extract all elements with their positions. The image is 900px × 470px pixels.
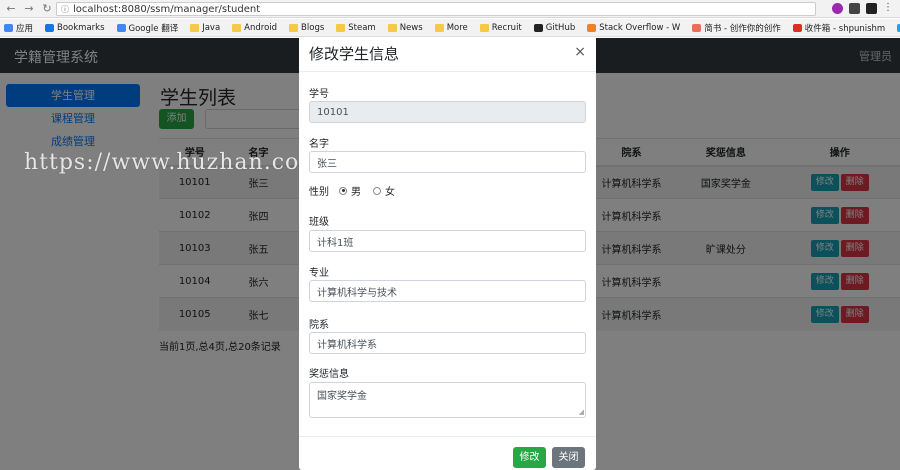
dept-label: 院系 bbox=[309, 320, 329, 331]
id-field[interactable]: 10101 bbox=[309, 101, 586, 123]
reward-text: 国家奖学金 bbox=[317, 391, 367, 402]
major-label: 专业 bbox=[309, 268, 329, 279]
apps-icon bbox=[4, 23, 13, 32]
save-button[interactable]: 修改 bbox=[513, 447, 546, 468]
gmail-icon bbox=[792, 23, 802, 32]
bookmark-item[interactable]: News bbox=[387, 22, 423, 33]
bookmark-item[interactable]: GitHub bbox=[533, 22, 576, 33]
url-text: localhost:8080/ssm/manager/student bbox=[73, 3, 261, 15]
extensions: ⋮ bbox=[832, 3, 894, 14]
menu-icon[interactable]: ⋮ bbox=[883, 3, 894, 14]
modal-title: 修改学生信息 bbox=[309, 45, 400, 63]
bookmark-label: Android bbox=[244, 22, 278, 33]
extension-dark-icon[interactable] bbox=[866, 3, 877, 14]
jianshu-icon bbox=[692, 23, 702, 32]
bookmark-item[interactable]: Stack Overflow - W bbox=[587, 23, 680, 33]
edit-student-modal: 修改学生信息 × 学号 10101 名字 张三 性别 男 女 班级 计科1班 专… bbox=[299, 38, 596, 470]
translate-icon bbox=[116, 23, 126, 32]
bookmark-label: Steam bbox=[348, 22, 376, 33]
name-field[interactable]: 张三 bbox=[309, 151, 586, 173]
bookmark-label: Stack Overflow - W bbox=[599, 22, 681, 33]
gender-male-label: 男 bbox=[351, 187, 361, 198]
forward-icon[interactable]: → bbox=[22, 2, 36, 16]
folder-icon bbox=[387, 23, 397, 32]
bookmarks-bar: 应用 Bookmarks Google 翻译 Java Android Blogs Stea… bbox=[0, 19, 900, 37]
bookmark-label: GitHub bbox=[545, 22, 576, 33]
gender-male-radio[interactable] bbox=[339, 186, 347, 195]
bookmark-item[interactable]: Recruit bbox=[479, 22, 522, 33]
folder-icon bbox=[289, 23, 299, 32]
folder-icon bbox=[479, 23, 489, 32]
gender-label: 性别 bbox=[309, 187, 329, 198]
bookmark-label: Blogs bbox=[301, 22, 325, 33]
bookmark-label: 应用 bbox=[16, 23, 34, 34]
bookmark-label: News bbox=[399, 22, 423, 33]
bookmark-item[interactable]: 简书 - 创作你的创作 bbox=[692, 22, 781, 34]
bookmark-label: Google 翻译 bbox=[128, 23, 179, 34]
stackoverflow-icon bbox=[587, 23, 597, 32]
pocket-icon[interactable] bbox=[849, 3, 860, 14]
bookmark-item[interactable]: Steam bbox=[336, 22, 376, 33]
bookmark-label: 简书 - 创作你的创作 bbox=[704, 23, 781, 34]
info-icon: ⓘ bbox=[61, 4, 69, 14]
folder-icon bbox=[336, 23, 346, 32]
bookmark-label: Java bbox=[202, 22, 221, 33]
bookmark-item[interactable]: Blogs bbox=[289, 23, 324, 33]
star-icon bbox=[45, 23, 55, 32]
bookmark-item[interactable]: Google 翻译 bbox=[116, 22, 179, 34]
folder-icon bbox=[190, 23, 200, 32]
bookmark-item[interactable]: 收件箱 - shpunishm bbox=[792, 22, 886, 34]
class-field[interactable]: 计科1班 bbox=[309, 230, 586, 252]
bookmark-item[interactable]: Bookmarks bbox=[45, 23, 105, 33]
id-label: 学号 bbox=[309, 89, 329, 100]
modal-footer: 修改 关闭 bbox=[299, 436, 596, 470]
gender-female-radio[interactable] bbox=[373, 186, 381, 195]
github-icon bbox=[533, 23, 543, 32]
back-icon[interactable]: ← bbox=[4, 2, 18, 16]
modal-header: 修改学生信息 × bbox=[299, 38, 596, 72]
name-label: 名字 bbox=[309, 139, 329, 150]
folder-icon bbox=[434, 23, 444, 32]
bookmark-label: Recruit bbox=[491, 22, 522, 33]
gender-female-label: 女 bbox=[385, 187, 395, 198]
bookmark-item[interactable]: 应用 bbox=[4, 22, 33, 34]
close-button[interactable]: 关闭 bbox=[552, 447, 585, 468]
bookmark-label: 收件箱 - shpunishm bbox=[804, 23, 886, 34]
dept-field[interactable]: 计算机科学系 bbox=[309, 332, 586, 354]
bookmark-label: More bbox=[446, 22, 468, 33]
bookmark-item[interactable]: More bbox=[434, 22, 468, 33]
class-label: 班级 bbox=[309, 217, 329, 228]
extension-icon[interactable] bbox=[832, 3, 843, 14]
browser-toolbar: ← → ↻ ⓘ localhost:8080/ssm/manager/stude… bbox=[0, 0, 900, 18]
major-field[interactable]: 计算机科学与技术 bbox=[309, 280, 586, 302]
reward-textarea[interactable]: 国家奖学金 ◢ bbox=[309, 382, 586, 418]
close-icon[interactable]: × bbox=[574, 44, 586, 60]
folder-icon bbox=[232, 23, 242, 32]
bookmark-label: Bookmarks bbox=[57, 22, 105, 33]
resize-grip-icon[interactable]: ◢ bbox=[579, 408, 584, 416]
bookmark-item[interactable]: Android bbox=[232, 23, 277, 33]
reload-icon[interactable]: ↻ bbox=[40, 2, 54, 16]
gender-group: 性别 男 女 bbox=[309, 183, 395, 198]
bookmark-item[interactable]: Java bbox=[190, 23, 220, 33]
reward-label: 奖惩信息 bbox=[309, 369, 349, 380]
address-bar[interactable]: ⓘ localhost:8080/ssm/manager/student bbox=[56, 2, 816, 16]
